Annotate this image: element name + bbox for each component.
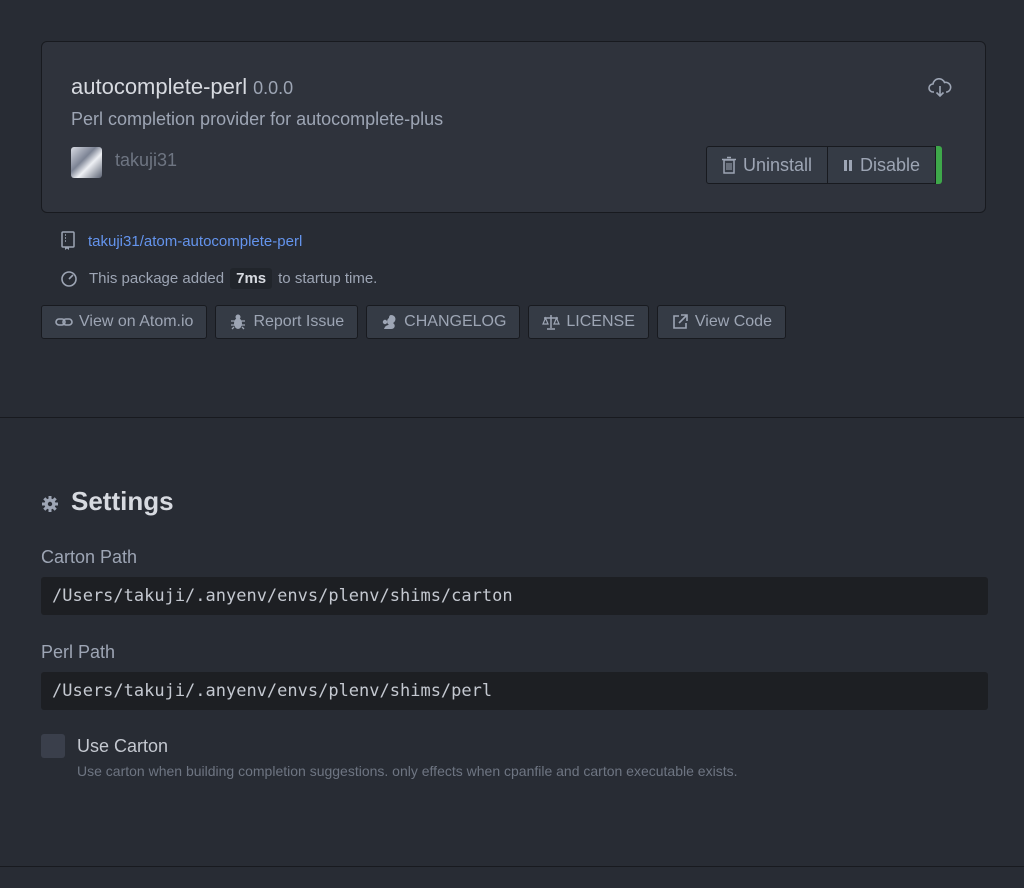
pause-icon	[844, 160, 853, 171]
changelog-button[interactable]: CHANGELOG	[366, 305, 521, 339]
repo-link[interactable]: takuji31/atom-autocomplete-perl	[88, 233, 302, 250]
package-name[interactable]: autocomplete-perl	[71, 74, 247, 99]
changelog-label: CHANGELOG	[404, 313, 507, 330]
disable-label: Disable	[860, 154, 921, 175]
use-carton-checkbox[interactable]	[41, 734, 65, 758]
uninstall-button[interactable]: Uninstall	[706, 146, 829, 184]
settings-title: Settings	[71, 486, 174, 516]
author-avatar[interactable]	[71, 147, 102, 178]
package-actions: Uninstall Disable	[706, 146, 943, 184]
report-issue-label: Report Issue	[253, 313, 345, 330]
link-icon	[55, 318, 73, 326]
squirrel-icon	[382, 315, 396, 329]
view-on-atomio-button[interactable]: View on Atom.io	[41, 305, 208, 339]
license-label: LICENSE	[566, 313, 635, 330]
startup-time-row: This package added 7ms to startup time.	[60, 268, 377, 289]
carton-path-input[interactable]: /Users/takuji/.anyenv/envs/plenv/shims/c…	[41, 577, 988, 615]
package-description: Perl completion provider for autocomplet…	[71, 109, 444, 129]
package-version: 0.0.0	[253, 78, 294, 98]
repo-icon	[61, 231, 75, 250]
trash-icon	[722, 156, 736, 174]
package-card: autocomplete-perl 0.0.0 Perl completion p…	[41, 41, 986, 213]
settings-heading: Settings	[41, 486, 174, 517]
disable-button[interactable]: Disable	[828, 146, 937, 184]
report-issue-button[interactable]: Report Issue	[215, 305, 359, 339]
bug-icon	[231, 314, 246, 330]
use-carton-label[interactable]: Use Carton	[77, 736, 168, 757]
repo-row: takuji31/atom-autocomplete-perl	[60, 231, 302, 251]
law-icon	[542, 315, 561, 330]
perl-path-label: Perl Path	[41, 642, 116, 662]
startup-suffix: to startup time.	[278, 270, 378, 287]
dashboard-icon	[61, 270, 77, 287]
view-on-atomio-label: View on Atom.io	[79, 313, 194, 330]
startup-prefix: This package added	[89, 270, 225, 287]
enabled-status-indicator	[936, 146, 943, 184]
view-code-label: View Code	[694, 313, 772, 330]
use-carton-description: Use carton when building completion sugg…	[77, 763, 738, 779]
external-link-icon	[673, 314, 688, 329]
package-links: View on Atom.io Report Issue CHANGELOG L…	[41, 305, 786, 339]
perl-path-input[interactable]: /Users/takuji/.anyenv/envs/plenv/shims/p…	[41, 672, 988, 710]
license-button[interactable]: LICENSE	[528, 305, 649, 339]
startup-time-badge: 7ms	[230, 268, 273, 289]
uninstall-label: Uninstall	[743, 154, 813, 175]
author-name[interactable]: takuji31	[115, 150, 177, 171]
view-code-button[interactable]: View Code	[656, 305, 786, 339]
cloud-download-icon[interactable]	[928, 78, 952, 98]
bottom-divider	[0, 866, 1024, 867]
section-divider	[0, 417, 1024, 418]
gear-icon	[42, 495, 58, 512]
carton-path-label: Carton Path	[41, 547, 138, 567]
package-title: autocomplete-perl 0.0.0	[71, 74, 293, 100]
